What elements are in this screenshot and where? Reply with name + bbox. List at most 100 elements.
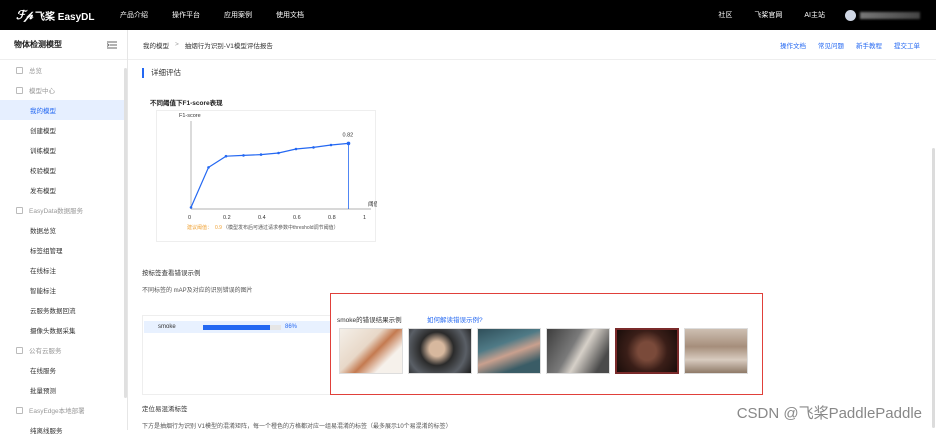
sidebar-item-label: EasyData数据服务	[29, 208, 84, 215]
brand-name: 飞桨 EasyDL	[35, 11, 95, 23]
sidebar-item[interactable]: 训练模型	[0, 140, 127, 160]
sidebar-item[interactable]: 创建模型	[0, 120, 127, 140]
map-percent: 86%	[285, 324, 298, 330]
top-right-links: 社区 飞桨官网 AI主站	[696, 0, 920, 30]
avatar[interactable]	[845, 9, 856, 21]
sidebar-group[interactable]: 公有云服务	[0, 340, 127, 360]
f1-line-chart: F1-score 阈值 0 0.2 0.4 0.6 0.8 1 0.82 建议阈值： 0.9 （模型发…	[179, 113, 380, 231]
breadcrumb-current: 抽烟行为识别-V1模型评估报告	[184, 42, 273, 50]
confusion-section-subtitle: 下方是抽烟行为识别 V1模型的混淆矩阵，每一个橙色的方格都对应一组易混淆的标签（…	[142, 424, 452, 430]
sidebar-item[interactable]: 我的模型	[0, 100, 127, 120]
link-ticket[interactable]: 提交工单	[894, 40, 920, 50]
data-point	[224, 154, 228, 158]
sidebar-item[interactable]: 标签组管理	[0, 240, 127, 260]
nav-paddle-site[interactable]: 飞桨官网	[754, 10, 782, 20]
sidebar-item-label: 公有云服务	[29, 348, 62, 355]
sidebar-group[interactable]: EasyData数据服务	[0, 200, 127, 220]
suggest-threshold-value: 0.9	[215, 225, 222, 231]
sidebar-item[interactable]: 批量预测	[0, 380, 127, 400]
sidebar-item-label: 训练模型	[30, 148, 56, 155]
error-thumbnails	[339, 328, 753, 374]
watermark: CSDN @飞桨PaddlePaddle	[736, 405, 922, 422]
sidebar-item-label: 发布模型	[30, 188, 56, 195]
sidebar-group[interactable]: EasyEdge本地部署	[0, 400, 127, 420]
error-thumbnail[interactable]	[615, 328, 679, 374]
label-row[interactable]: smoke 86%	[144, 321, 336, 333]
sidebar-item[interactable]: 在线服务	[0, 360, 127, 380]
sidebar-item[interactable]: 数据总览	[0, 220, 127, 240]
sidebar-item[interactable]: 摄像头数据采集	[0, 320, 127, 340]
x-axis-label: 阈值	[368, 200, 377, 208]
sidebar-item[interactable]: 云服务数据回流	[0, 300, 127, 320]
sidebar-group[interactable]: 总览	[0, 60, 127, 80]
sidebar-item-label: 在线标注	[30, 268, 56, 275]
label-section-title: 按标签查看错误示例	[142, 270, 201, 277]
error-thumbnail[interactable]	[339, 328, 403, 374]
confusion-section-title: 定位易混淆标签	[142, 406, 188, 413]
data-point	[242, 154, 245, 157]
highlight-label: 0.82	[343, 132, 354, 138]
map-bar-track	[203, 324, 281, 330]
x-tick-label: 0	[188, 215, 191, 221]
section-title: 详细评估	[142, 68, 181, 78]
nav-docs[interactable]: 使用文档	[276, 10, 304, 20]
nav-ai-home[interactable]: AI主站	[804, 10, 825, 20]
sidebar-item[interactable]: 校验模型	[0, 160, 127, 180]
data-point	[259, 153, 263, 156]
link-docs[interactable]: 操作文档	[780, 40, 806, 50]
x-tick-label: 0.4	[258, 215, 266, 221]
sidebar-item[interactable]: 发布模型	[0, 180, 127, 200]
top-navbar: ℱ𝓅 飞桨 EasyDL 产品介绍 操作平台 应用案例 使用文档 社区 飞桨官网…	[0, 0, 936, 30]
sidebar-item[interactable]: 在线标注	[0, 260, 127, 280]
map-bar-fill	[203, 324, 271, 330]
sidebar-menu: 总览 模型中心我的模型创建模型训练模型校验模型发布模型 EasyData数据服务 数据…	[0, 60, 127, 440]
group-icon	[16, 206, 23, 214]
breadcrumb-my-models[interactable]: 我的模型	[143, 40, 169, 50]
link-tutorial[interactable]: 新手教程	[856, 40, 882, 50]
popup-help-link[interactable]: 如何解读错误示例?	[427, 314, 483, 324]
label-section-subtitle: 不同标签的 mAP及对应的识别错误的图片	[142, 288, 253, 294]
data-point	[207, 166, 210, 169]
link-faq[interactable]: 常见问题	[818, 40, 844, 50]
brand-logo[interactable]: ℱ𝓅 飞桨 EasyDL	[16, 8, 106, 23]
sidebar-item-label: 标签组管理	[30, 248, 63, 255]
sidebar-item-label: 我的模型	[30, 108, 56, 115]
sidebar-item[interactable]: 智能标注	[0, 280, 127, 300]
nav-platform[interactable]: 操作平台	[172, 10, 200, 20]
sidebar-item-label: EasyEdge本地部署	[29, 408, 85, 415]
error-thumbnail[interactable]	[408, 328, 472, 374]
sidebar-scrollbar[interactable]	[124, 68, 127, 398]
data-point	[189, 206, 193, 209]
breadcrumb-separator: >	[175, 41, 179, 48]
error-thumbnail[interactable]	[546, 328, 610, 374]
x-tick-label: 0.6	[293, 215, 301, 221]
nav-community[interactable]: 社区	[718, 10, 732, 20]
data-point	[294, 147, 298, 151]
collapse-menu-icon[interactable]	[107, 41, 117, 49]
error-thumbnail[interactable]	[684, 328, 748, 374]
sidebar-group[interactable]: 模型中心	[0, 80, 127, 100]
sidebar-item-label: 校验模型	[30, 168, 56, 175]
y-axis-label: F1-score	[179, 113, 201, 119]
sidebar-item-label: 数据总览	[30, 228, 56, 235]
nav-cases[interactable]: 应用案例	[224, 10, 252, 20]
breadcrumb-bar: 我的模型 > 抽烟行为识别-V1模型评估报告 操作文档 常见问题 新手教程 提交…	[128, 30, 936, 60]
page-scrollbar[interactable]	[932, 148, 935, 428]
x-tick-label: 0.8	[328, 215, 336, 221]
sidebar-title: 物体检测模型	[14, 40, 62, 49]
breadcrumb: 我的模型 > 抽烟行为识别-V1模型评估报告	[143, 40, 273, 50]
username-blurred[interactable]	[860, 11, 920, 19]
error-thumbnail[interactable]	[477, 328, 541, 374]
data-point	[277, 151, 280, 155]
f1-series-line	[190, 142, 349, 208]
sidebar-item-label: 批量预测	[30, 388, 56, 395]
sidebar-header: 物体检测模型	[0, 30, 127, 60]
chart-title: 不同阈值下F1-score表现	[150, 100, 223, 107]
sidebar-item[interactable]: 纯离线服务	[0, 420, 127, 440]
suggest-threshold-label: 建议阈值：	[187, 224, 212, 231]
sidebar-item-label: 摄像头数据采集	[30, 328, 76, 335]
sidebar-item-label: 创建模型	[30, 128, 56, 135]
nav-product-intro[interactable]: 产品介绍	[120, 10, 148, 20]
sidebar-item-label: 云服务数据回流	[30, 308, 76, 315]
top-nav: 产品介绍 操作平台 应用案例 使用文档	[120, 10, 328, 20]
